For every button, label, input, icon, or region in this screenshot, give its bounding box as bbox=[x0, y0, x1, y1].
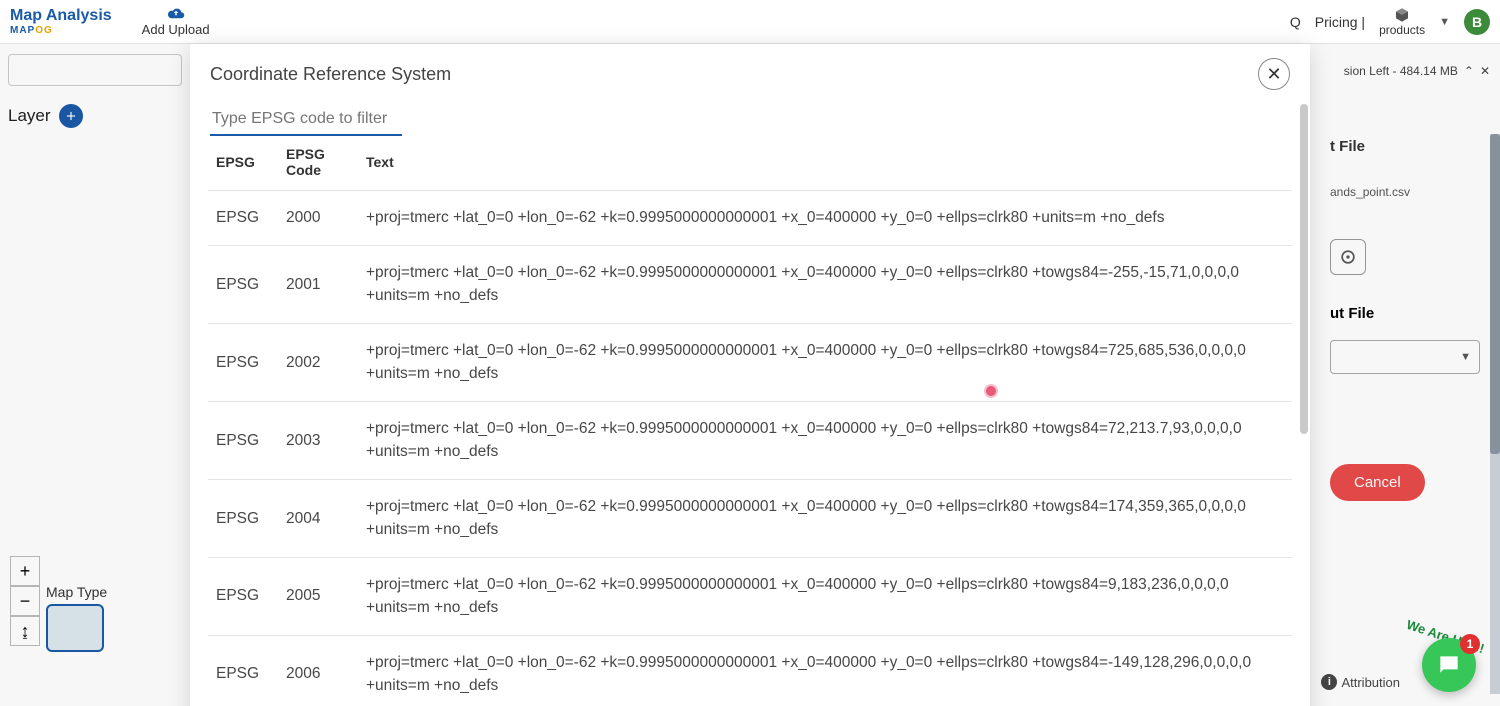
modal-title: Coordinate Reference System bbox=[210, 64, 451, 85]
chat-bubble-icon bbox=[1436, 652, 1462, 678]
products-menu[interactable]: products bbox=[1379, 7, 1425, 37]
top-nav: Map Analysis MAPOG Add Upload Q Pricing … bbox=[0, 0, 1500, 44]
close-icon: ✕ bbox=[1266, 64, 1281, 85]
chat-badge: 1 bbox=[1460, 634, 1480, 654]
faq-link[interactable]: Q bbox=[1290, 14, 1301, 30]
cell-code: 2004 bbox=[278, 480, 358, 558]
app-body: Layer + − ↨ Map Type sion Left - 484.14 … bbox=[0, 44, 1500, 706]
table-row[interactable]: EPSG2001+proj=tmerc +lat_0=0 +lon_0=-62 … bbox=[208, 246, 1292, 324]
col-header-text: Text bbox=[358, 136, 1292, 191]
cell-text: +proj=tmerc +lat_0=0 +lon_0=-62 +k=0.999… bbox=[358, 636, 1292, 706]
table-row[interactable]: EPSG2006+proj=tmerc +lat_0=0 +lon_0=-62 … bbox=[208, 636, 1292, 706]
cell-text: +proj=tmerc +lat_0=0 +lon_0=-62 +k=0.999… bbox=[358, 480, 1292, 558]
cell-code: 2001 bbox=[278, 246, 358, 324]
dropdown-caret-icon[interactable]: ▼ bbox=[1439, 16, 1450, 28]
cell-epsg: EPSG bbox=[208, 480, 278, 558]
chat-widget[interactable]: 1 bbox=[1422, 638, 1476, 692]
modal-scrollbar[interactable] bbox=[1300, 104, 1308, 434]
cell-text: +proj=tmerc +lat_0=0 +lon_0=-62 +k=0.999… bbox=[358, 324, 1292, 402]
cell-text: +proj=tmerc +lat_0=0 +lon_0=-62 +k=0.999… bbox=[358, 191, 1292, 246]
cell-code: 2000 bbox=[278, 191, 358, 246]
user-avatar[interactable]: B bbox=[1464, 9, 1490, 35]
crs-modal: Coordinate Reference System ✕ EPSG EPSG … bbox=[190, 44, 1310, 706]
brand-logo[interactable]: Map Analysis MAPOG bbox=[10, 7, 112, 36]
add-upload-button[interactable]: Add Upload bbox=[142, 6, 210, 37]
cell-code: 2005 bbox=[278, 558, 358, 636]
col-header-epsg: EPSG bbox=[208, 136, 278, 191]
add-upload-label: Add Upload bbox=[142, 22, 210, 37]
pricing-link[interactable]: Pricing | bbox=[1315, 14, 1365, 30]
table-row[interactable]: EPSG2003+proj=tmerc +lat_0=0 +lon_0=-62 … bbox=[208, 402, 1292, 480]
cell-epsg: EPSG bbox=[208, 191, 278, 246]
cube-icon bbox=[1394, 7, 1410, 23]
table-row[interactable]: EPSG2000+proj=tmerc +lat_0=0 +lon_0=-62 … bbox=[208, 191, 1292, 246]
cell-epsg: EPSG bbox=[208, 246, 278, 324]
cell-code: 2003 bbox=[278, 402, 358, 480]
col-header-code: EPSG Code bbox=[278, 136, 358, 191]
crs-table-wrap[interactable]: EPSG EPSG Code Text EPSG2000+proj=tmerc … bbox=[190, 136, 1310, 706]
cell-epsg: EPSG bbox=[208, 324, 278, 402]
cell-epsg: EPSG bbox=[208, 402, 278, 480]
cursor-indicator bbox=[984, 384, 998, 398]
cell-code: 2006 bbox=[278, 636, 358, 706]
cell-text: +proj=tmerc +lat_0=0 +lon_0=-62 +k=0.999… bbox=[358, 558, 1292, 636]
crs-table: EPSG EPSG Code Text EPSG2000+proj=tmerc … bbox=[208, 136, 1292, 706]
cell-text: +proj=tmerc +lat_0=0 +lon_0=-62 +k=0.999… bbox=[358, 246, 1292, 324]
cell-epsg: EPSG bbox=[208, 558, 278, 636]
modal-close-button[interactable]: ✕ bbox=[1258, 58, 1290, 90]
epsg-filter-input[interactable] bbox=[210, 104, 402, 136]
table-row[interactable]: EPSG2002+proj=tmerc +lat_0=0 +lon_0=-62 … bbox=[208, 324, 1292, 402]
cell-code: 2002 bbox=[278, 324, 358, 402]
cloud-upload-icon bbox=[167, 6, 185, 20]
table-row[interactable]: EPSG2004+proj=tmerc +lat_0=0 +lon_0=-62 … bbox=[208, 480, 1292, 558]
modal-header: Coordinate Reference System ✕ bbox=[190, 44, 1310, 100]
info-icon: i bbox=[1321, 674, 1337, 690]
map-attribution[interactable]: i Attribution bbox=[1321, 674, 1400, 690]
cell-epsg: EPSG bbox=[208, 636, 278, 706]
cell-text: +proj=tmerc +lat_0=0 +lon_0=-62 +k=0.999… bbox=[358, 402, 1292, 480]
table-row[interactable]: EPSG2005+proj=tmerc +lat_0=0 +lon_0=-62 … bbox=[208, 558, 1292, 636]
brand-subtitle: MAPOG bbox=[10, 25, 53, 36]
brand-title: Map Analysis bbox=[10, 7, 112, 25]
